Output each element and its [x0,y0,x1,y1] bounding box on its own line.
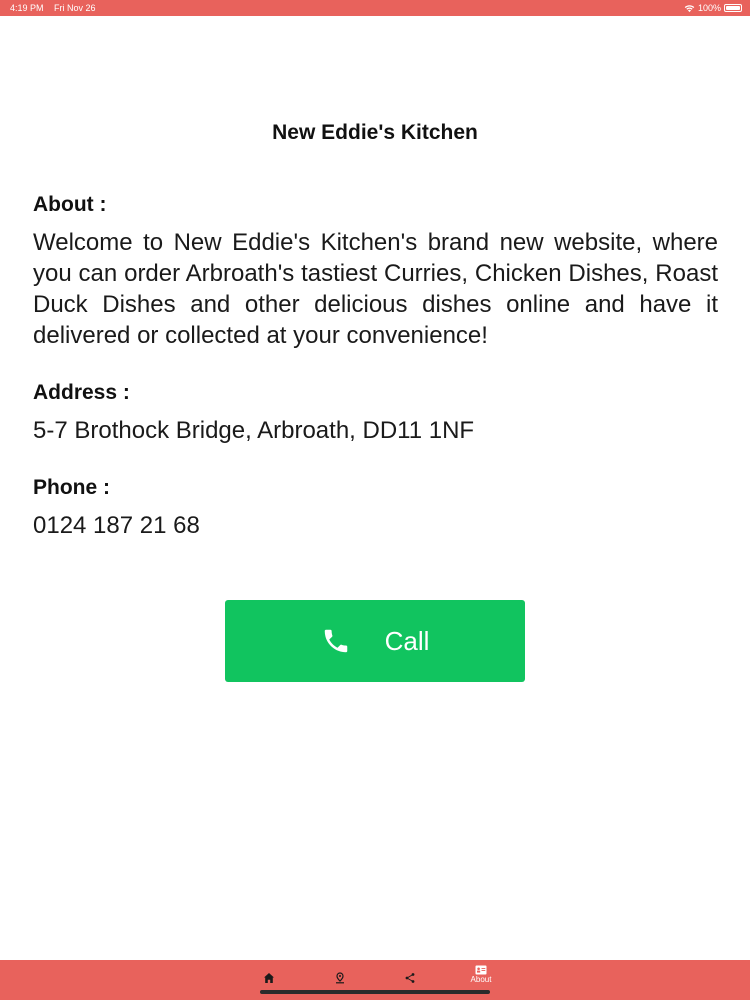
tab-share[interactable] [400,968,420,988]
tab-location[interactable] [330,968,350,988]
wifi-icon [684,4,695,12]
status-date: Fri Nov 26 [54,3,96,13]
call-button[interactable]: Call [225,600,525,682]
tab-about[interactable]: About [470,964,492,984]
about-label: About : [33,193,107,216]
status-bar: 4:19 PM Fri Nov 26 100% [0,0,750,16]
battery-icon [724,4,742,12]
phone-icon [324,629,347,653]
call-button-label: Call [384,625,430,656]
status-right: 100% [684,0,742,16]
phone-value: 0124 187 21 68 [33,512,200,539]
restaurant-name: New Eddie's Kitchen [272,121,478,144]
status-time: 4:19 PM [10,3,44,13]
about-text: Welcome to New Eddie's Kitchen's brand n… [33,229,718,349]
bottom-tab-bar: About [0,960,750,1000]
address-label: Address : [33,381,130,404]
battery-percent: 100% [697,3,721,13]
location-icon [336,972,344,984]
home-icon [264,973,274,983]
status-left: 4:19 PM Fri Nov 26 [10,0,104,16]
home-indicator [260,990,490,994]
about-icon [475,965,487,974]
tab-home[interactable] [259,968,279,988]
share-icon [405,973,415,983]
phone-label: Phone : [33,476,110,499]
page: 4:19 PM Fri Nov 26 100% New Eddie's Kitc… [0,0,750,1000]
address-value: 5-7 Brothock Bridge, Arbroath, DD11 1NF [33,417,475,444]
tab-about-label: About [470,974,492,984]
